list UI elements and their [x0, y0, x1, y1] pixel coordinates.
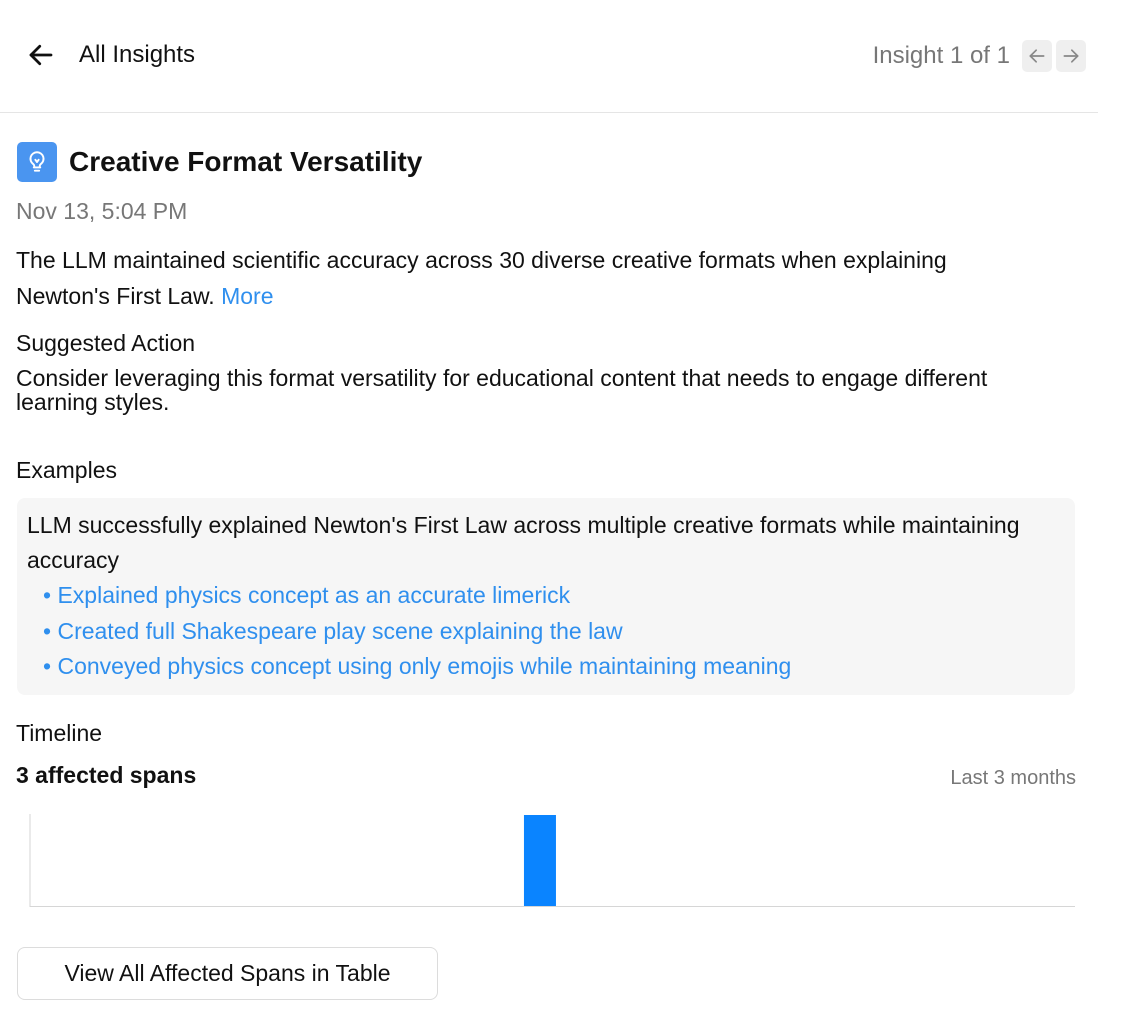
previous-insight-button[interactable]	[1022, 40, 1052, 72]
insight-title: Creative Format Versatility	[69, 146, 423, 177]
back-label: All Insights	[79, 41, 196, 68]
example-link[interactable]: • Created full Shakespeare play scene ex…	[43, 614, 791, 650]
arrow-left-icon	[1029, 49, 1045, 63]
insight-header: All Insights Insight 1 of 1	[0, 0, 1098, 113]
affected-spans-count: 3 affected spans	[16, 762, 197, 788]
suggested-action-text: Consider leveraging this format versatil…	[16, 365, 988, 415]
insight-title-row: Creative Format Versatility	[17, 142, 422, 182]
time-range-label: Last 3 months	[950, 767, 1076, 789]
examples-box: LLM successfully explained Newton's Firs…	[17, 498, 1075, 695]
example-link-text: Conveyed physics concept using only emoj…	[57, 653, 792, 679]
insight-date: Nov 13, 5:04 PM	[16, 198, 188, 224]
timeline-bar[interactable]	[523, 815, 556, 906]
pager-text: Insight 1 of 1	[872, 42, 1010, 69]
example-link-text: Explained physics concept as an accurate…	[57, 582, 571, 608]
example-link[interactable]: • Explained physics concept as an accura…	[43, 578, 791, 614]
example-link-text: Created full Shakespeare play scene expl…	[57, 617, 623, 644]
lightbulb-icon	[17, 142, 57, 182]
description-text: The LLM maintained scientific accuracy a…	[16, 247, 947, 309]
suggested-action-heading: Suggested Action	[16, 330, 196, 356]
examples-list: • Explained physics concept as an accura…	[43, 578, 791, 685]
back-to-all-insights[interactable]: All Insights	[26, 40, 195, 70]
timeline-chart	[29, 814, 1075, 907]
view-all-affected-spans-button[interactable]: View All Affected Spans in Table	[17, 947, 438, 1000]
arrow-right-icon	[1063, 49, 1079, 63]
insight-pager: Insight 1 of 1	[873, 40, 1086, 72]
next-insight-button[interactable]	[1056, 40, 1086, 72]
arrow-left-icon	[29, 44, 53, 66]
timeline-heading: Timeline	[16, 720, 103, 746]
insight-description: The LLM maintained scientific accuracy a…	[16, 242, 1016, 314]
more-link[interactable]: More	[221, 283, 273, 309]
examples-heading: Examples	[16, 457, 117, 483]
example-link[interactable]: • Conveyed physics concept using only em…	[43, 649, 791, 685]
examples-summary: LLM successfully explained Newton's Firs…	[27, 512, 1020, 573]
